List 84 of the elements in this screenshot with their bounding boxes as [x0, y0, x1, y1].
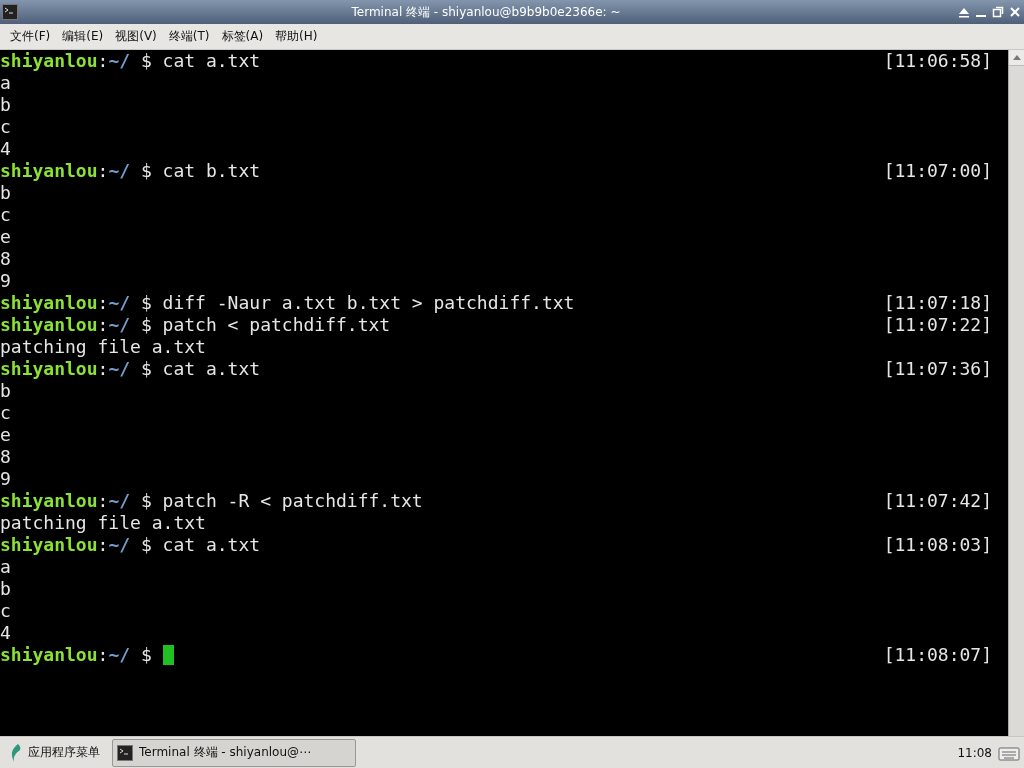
prompt-separator: : — [97, 358, 109, 380]
prompt-user: shiyanlou — [0, 358, 98, 380]
timestamp: [11:07:36] — [883, 358, 992, 380]
prompt-path: ~/ — [108, 292, 131, 314]
prompt-separator: : — [97, 160, 109, 182]
prompt-user: shiyanlou — [0, 534, 98, 556]
prompt-separator: : — [97, 490, 109, 512]
clock: 11:08 — [957, 745, 992, 760]
prompt-sign: $ — [139, 292, 153, 314]
terminal-icon[interactable] — [2, 4, 18, 20]
output-text: a — [0, 72, 11, 94]
prompt-user: shiyanlou — [0, 314, 98, 336]
menu-item[interactable]: 编辑(E) — [56, 28, 110, 45]
leaf-icon — [10, 743, 22, 762]
output-text: 8 — [0, 446, 11, 468]
taskbar-window-button[interactable]: Terminal 终端 - shiyanlou@⋯ — [112, 738, 356, 767]
output-text: 4 — [0, 622, 11, 644]
prompt-separator: : — [97, 314, 109, 336]
prompt-sign: $ — [139, 490, 153, 512]
output-text: 4 — [0, 138, 11, 160]
prompt-user: shiyanlou — [0, 50, 98, 72]
command-text: patch < patchdiff.txt — [162, 314, 391, 336]
timestamp: [11:08:07] — [883, 644, 992, 666]
terminal-icon — [117, 744, 133, 761]
output-text: b — [0, 94, 11, 116]
output-text: b — [0, 578, 11, 600]
prompt-sign: $ — [139, 534, 153, 556]
timestamp: [11:07:18] — [883, 292, 992, 314]
prompt-separator: : — [97, 50, 109, 72]
output-text: b — [0, 182, 11, 204]
prompt-sign: $ — [139, 50, 153, 72]
close-icon[interactable] — [1008, 5, 1022, 19]
command-text: cat a.txt — [162, 534, 261, 556]
menu-item[interactable]: 视图(V) — [109, 28, 163, 45]
app-menu-button[interactable]: 应用程序菜单 — [4, 743, 106, 762]
maximize-icon[interactable] — [991, 5, 1005, 19]
output-text: patching file a.txt — [0, 512, 206, 534]
command-text: diff -Naur a.txt b.txt > patchdiff.txt — [162, 292, 575, 314]
command-text: patch -R < patchdiff.txt — [162, 490, 423, 512]
timestamp: [11:07:00] — [883, 160, 992, 182]
prompt-path: ~/ — [108, 490, 131, 512]
scroll-up-icon[interactable] — [1012, 55, 1021, 60]
prompt-user: shiyanlou — [0, 160, 98, 182]
prompt-path: ~/ — [108, 160, 131, 182]
timestamp: [11:07:22] — [883, 314, 992, 336]
prompt-path: ~/ — [108, 644, 131, 666]
prompt-sign: $ — [139, 314, 153, 336]
prompt-user: shiyanlou — [0, 490, 98, 512]
output-text: e — [0, 424, 11, 446]
menu-item[interactable]: 终端(T) — [162, 28, 216, 45]
prompt-sign: $ — [139, 644, 153, 666]
window-title: Terminal 终端 - shiyanlou@b9b9b0e2366e: ~ — [350, 3, 622, 21]
menu-item[interactable]: 标签(A) — [215, 28, 270, 45]
output-text: 9 — [0, 270, 11, 292]
timestamp: [11:08:03] — [883, 534, 992, 556]
prompt-sign: $ — [139, 358, 153, 380]
command-text: cat a.txt — [162, 358, 261, 380]
prompt-path: ~/ — [108, 50, 131, 72]
output-text: a — [0, 556, 11, 578]
command-text: cat b.txt — [162, 160, 261, 182]
prompt-separator: : — [97, 292, 109, 314]
output-text: c — [0, 204, 11, 226]
prompt-path: ~/ — [108, 534, 131, 556]
output-text: c — [0, 402, 11, 424]
output-text: patching file a.txt — [0, 336, 206, 358]
menu-item[interactable]: 文件(F) — [4, 28, 57, 45]
prompt-user: shiyanlou — [0, 644, 98, 666]
prompt-sign: $ — [139, 160, 153, 182]
prompt-separator: : — [97, 644, 109, 666]
output-text: b — [0, 380, 11, 402]
output-text: 9 — [0, 468, 11, 490]
scrollbar[interactable] — [1008, 50, 1024, 736]
prompt-user: shiyanlou — [0, 292, 98, 314]
prompt-path: ~/ — [108, 358, 131, 380]
prompt-path: ~/ — [108, 314, 131, 336]
menu-item[interactable]: 帮助(H) — [269, 28, 324, 45]
timestamp: [11:07:42] — [883, 490, 992, 512]
timestamp: [11:06:58] — [883, 50, 992, 72]
output-text: c — [0, 116, 11, 138]
output-text: e — [0, 226, 11, 248]
output-text: 8 — [0, 248, 11, 270]
command-text: cat a.txt — [162, 50, 261, 72]
prompt-separator: : — [97, 534, 109, 556]
output-text: c — [0, 600, 11, 622]
